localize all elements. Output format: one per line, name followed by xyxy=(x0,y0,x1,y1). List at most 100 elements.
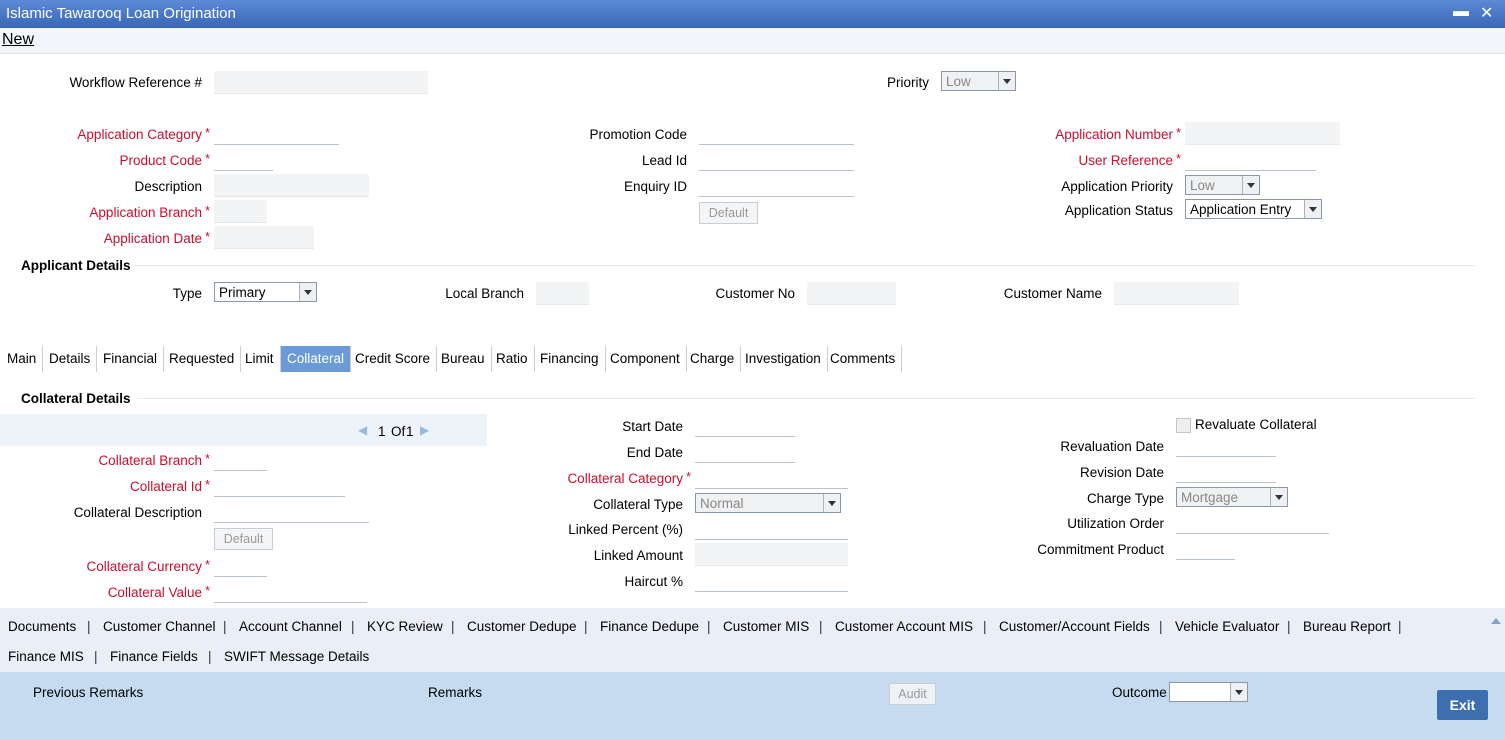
tab-details[interactable]: Details xyxy=(43,346,98,372)
default-button[interactable]: Default xyxy=(699,202,758,224)
link-customer-mis[interactable]: Customer MIS xyxy=(723,619,809,634)
workflow-reference-label: Workflow Reference # xyxy=(69,75,202,90)
tab-bureau[interactable]: Bureau xyxy=(435,346,492,372)
application-status-select[interactable]: Application Entry xyxy=(1185,199,1322,219)
link-documents[interactable]: Documents xyxy=(8,619,76,634)
haircut-label: Haircut % xyxy=(624,574,683,589)
tab-charge[interactable]: Charge xyxy=(684,346,742,372)
previous-icon[interactable]: ◀ xyxy=(358,423,367,437)
link-separator: | xyxy=(94,649,98,664)
scroll-up-icon[interactable] xyxy=(1490,615,1502,625)
link-customer-dedupe[interactable]: Customer Dedupe xyxy=(467,619,577,634)
link-bureau-report[interactable]: Bureau Report xyxy=(1303,619,1391,634)
start-date-field[interactable] xyxy=(695,414,795,437)
collateral-description-field[interactable] xyxy=(214,500,369,523)
application-branch-field[interactable] xyxy=(214,200,267,223)
type-select[interactable]: Primary xyxy=(214,282,317,302)
minimize-icon[interactable]: ▬ xyxy=(1453,3,1469,21)
applicant-details-heading: Applicant Details xyxy=(21,258,131,273)
link-customer-channel[interactable]: Customer Channel xyxy=(103,619,216,634)
chevron-down-icon xyxy=(1230,683,1247,701)
outcome-select[interactable] xyxy=(1169,682,1248,702)
collateral-branch-field[interactable] xyxy=(214,448,267,471)
workflow-reference-field[interactable] xyxy=(214,71,428,94)
collateral-type-select[interactable]: Normal xyxy=(695,493,841,513)
utilization-order-label: Utilization Order xyxy=(1067,516,1164,531)
tab-comments[interactable]: Comments xyxy=(824,346,903,372)
close-icon[interactable]: ✕ xyxy=(1480,3,1493,23)
link-customer-account-mis[interactable]: Customer Account MIS xyxy=(835,619,973,634)
link-finance-fields[interactable]: Finance Fields xyxy=(110,649,198,664)
collateral-id-label: Collateral Id xyxy=(129,479,202,494)
link-vehicle-evaluator[interactable]: Vehicle Evaluator xyxy=(1175,619,1279,634)
section-divider xyxy=(137,398,1475,399)
audit-button[interactable]: Audit xyxy=(889,683,936,705)
local-branch-field[interactable] xyxy=(536,282,589,305)
description-field[interactable] xyxy=(214,174,369,197)
utilization-order-field[interactable] xyxy=(1176,511,1329,534)
chevron-down-icon xyxy=(1242,176,1259,194)
pager-of: Of xyxy=(391,424,406,439)
window-title: Islamic Tawarooq Loan Origination xyxy=(6,5,236,22)
application-number-field[interactable] xyxy=(1185,122,1340,145)
description-label: Description xyxy=(134,179,202,194)
link-separator: | xyxy=(87,619,91,634)
tab-credit-score[interactable]: Credit Score xyxy=(349,346,438,372)
revaluation-date-field[interactable] xyxy=(1176,434,1276,457)
commitment-product-field[interactable] xyxy=(1176,537,1235,560)
start-date-label: Start Date xyxy=(622,419,683,434)
linked-percent-field[interactable] xyxy=(695,517,848,540)
end-date-field[interactable] xyxy=(695,440,795,463)
application-number-label: Application Number xyxy=(1055,127,1173,142)
exit-button[interactable]: Exit xyxy=(1437,690,1488,720)
customer-no-field[interactable] xyxy=(807,282,896,305)
link-separator: | xyxy=(451,619,455,634)
collateral-currency-label: Collateral Currency xyxy=(86,559,202,574)
tab-component[interactable]: Component xyxy=(604,346,687,372)
tab-requested[interactable]: Requested xyxy=(163,346,242,372)
next-icon[interactable]: ▶ xyxy=(420,423,429,437)
previous-remarks-label[interactable]: Previous Remarks xyxy=(33,685,143,700)
link-kyc-review[interactable]: KYC Review xyxy=(367,619,443,634)
lead-id-field[interactable] xyxy=(699,148,854,171)
collateral-id-field[interactable] xyxy=(214,474,345,497)
collateral-default-button[interactable]: Default xyxy=(214,528,273,550)
tab-financial[interactable]: Financial xyxy=(97,346,165,372)
linked-amount-field[interactable] xyxy=(695,543,848,566)
outcome-label: Outcome xyxy=(1112,685,1167,700)
application-date-field[interactable] xyxy=(214,226,314,249)
tab-main[interactable]: Main xyxy=(1,346,44,372)
enquiry-id-field[interactable] xyxy=(699,174,854,197)
collateral-currency-field[interactable] xyxy=(214,554,267,577)
chevron-down-icon xyxy=(998,72,1015,90)
link-finance-dedupe[interactable]: Finance Dedupe xyxy=(600,619,699,634)
collateral-category-field[interactable] xyxy=(695,466,848,489)
user-reference-field[interactable] xyxy=(1185,148,1316,171)
tab-collateral[interactable]: Collateral xyxy=(281,346,352,372)
priority-select[interactable]: Low xyxy=(941,71,1016,91)
application-category-field[interactable] xyxy=(214,122,339,145)
link-account-channel[interactable]: Account Channel xyxy=(239,619,342,634)
charge-type-select[interactable]: Mortgage xyxy=(1176,487,1288,507)
link-swift-message-details[interactable]: SWIFT Message Details xyxy=(224,649,369,664)
remarks-label[interactable]: Remarks xyxy=(428,685,482,700)
revision-date-field[interactable] xyxy=(1176,460,1276,483)
link-separator: | xyxy=(1287,619,1291,634)
product-code-field[interactable] xyxy=(214,148,273,171)
tab-ratio[interactable]: Ratio xyxy=(490,346,535,372)
tab-investigation[interactable]: Investigation xyxy=(739,346,828,372)
new-link[interactable]: New xyxy=(2,31,34,49)
link-separator: | xyxy=(983,619,987,634)
collateral-category-label: Collateral Category xyxy=(567,471,683,486)
customer-name-field[interactable] xyxy=(1114,282,1239,305)
collateral-value-field[interactable] xyxy=(214,580,367,603)
haircut-field[interactable] xyxy=(695,569,848,592)
application-category-label: Application Category xyxy=(77,127,202,142)
revaluate-collateral-checkbox[interactable] xyxy=(1176,418,1191,433)
promotion-code-field[interactable] xyxy=(699,122,854,145)
tab-limit[interactable]: Limit xyxy=(239,346,281,372)
link-customer-account-fields[interactable]: Customer/Account Fields xyxy=(999,619,1150,634)
application-priority-select[interactable]: Low xyxy=(1185,175,1260,195)
link-finance-mis[interactable]: Finance MIS xyxy=(8,649,84,664)
tab-financing[interactable]: Financing xyxy=(534,346,606,372)
